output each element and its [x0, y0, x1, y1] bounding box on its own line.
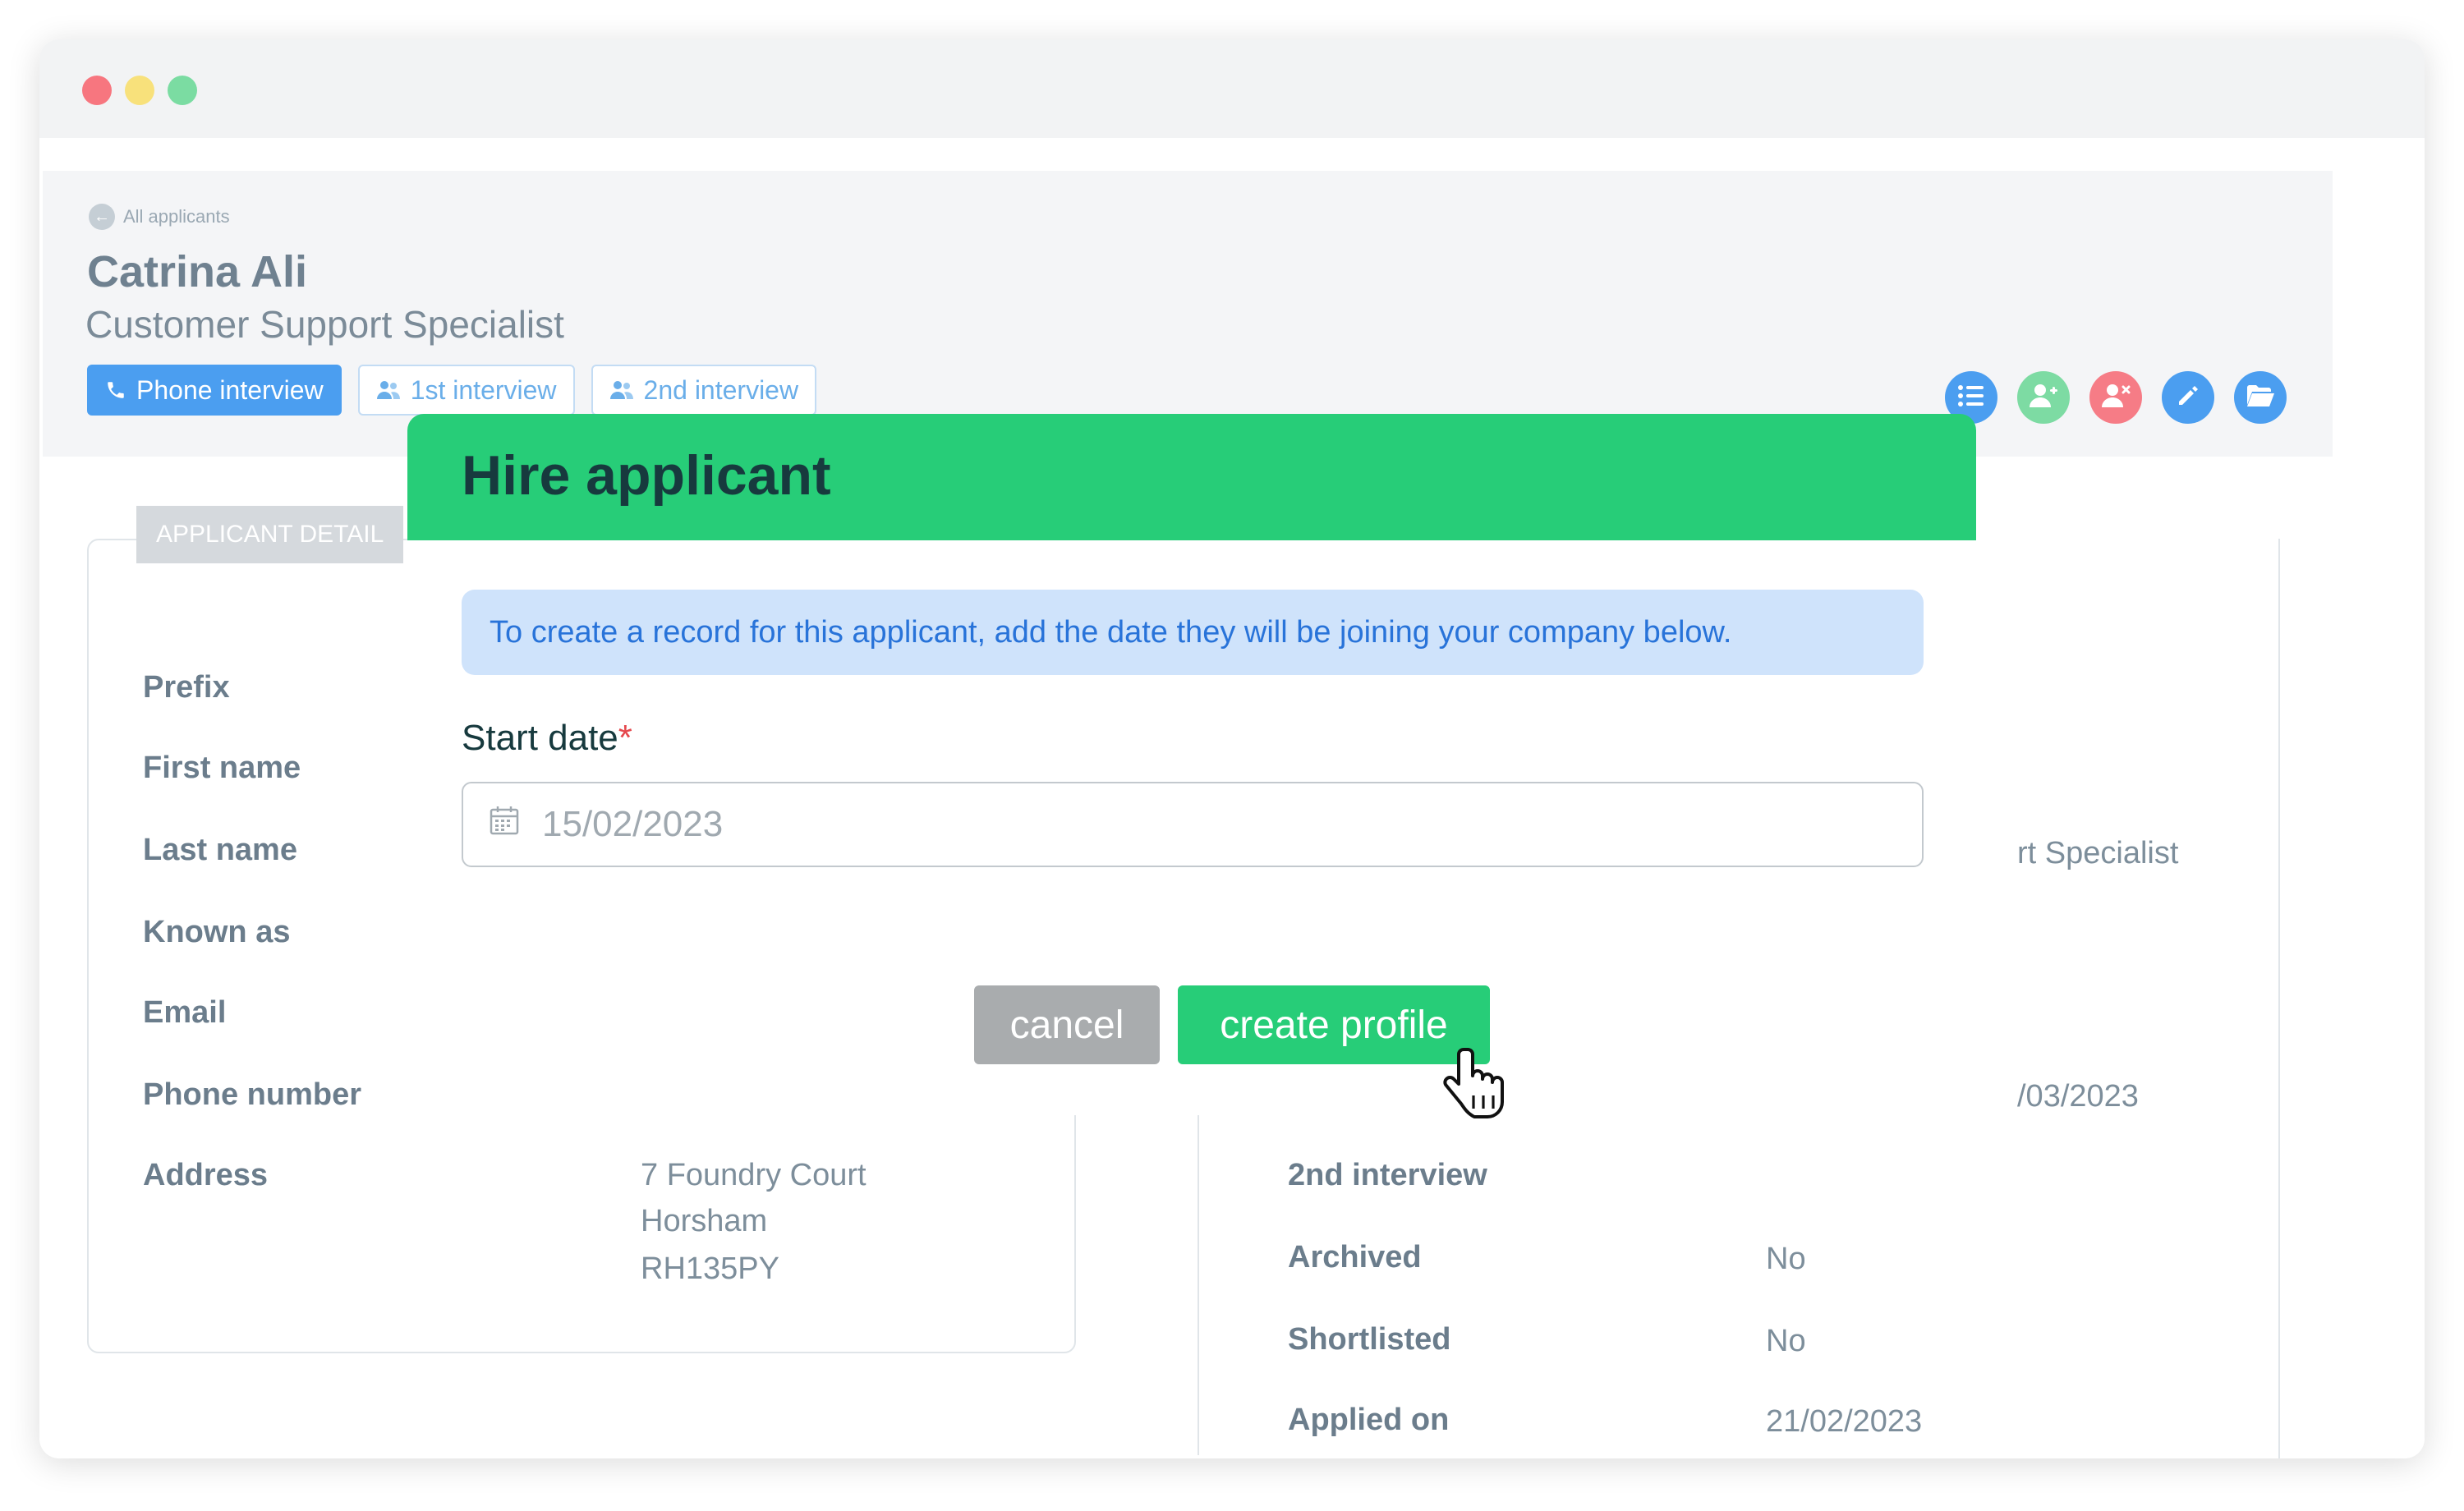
breadcrumb[interactable]: ← All applicants: [89, 204, 230, 230]
address-line: RH135PY: [641, 1252, 779, 1286]
window-titlebar: [39, 39, 2425, 138]
header-actions: [1945, 371, 2287, 424]
hand-pointer-cursor-icon: [1442, 1046, 1508, 1129]
start-date-value: 15/02/2023: [542, 804, 724, 844]
hire-modal-body: To create a record for this applicant, a…: [407, 540, 1976, 1115]
folder-button[interactable]: [2234, 371, 2287, 424]
date-value: /03/2023: [2017, 1079, 2139, 1114]
card-border: [2278, 539, 2280, 1458]
first-name-label: First name: [143, 751, 301, 785]
reject-applicant-button[interactable]: [2089, 371, 2142, 424]
applied-on-value: 21/02/2023: [1766, 1404, 1923, 1439]
details-legend: APPLICANT DETAIL: [136, 506, 404, 563]
users-icon: [609, 379, 634, 401]
interview-tabs: Phone interview 1st interview 2nd interv…: [87, 365, 817, 416]
list-icon: [1957, 383, 1985, 412]
maximize-window-button[interactable]: [168, 76, 197, 105]
cancel-button[interactable]: cancel: [974, 985, 1160, 1064]
known-as-label: Known as: [143, 915, 291, 949]
column-divider: [1198, 1105, 1199, 1455]
back-arrow-icon: ←: [89, 204, 115, 230]
modal-title: Hire applicant: [462, 444, 831, 507]
start-date-label-text: Start date: [462, 718, 618, 758]
start-date-input[interactable]: 15/02/2023: [462, 782, 1924, 867]
second-interview-label: 2nd interview: [1288, 1158, 1487, 1192]
tab-2nd-interview[interactable]: 2nd interview: [591, 365, 817, 416]
last-name-label: Last name: [143, 833, 297, 867]
hire-modal-header: Hire applicant: [407, 414, 1976, 540]
address-label: Address: [143, 1158, 269, 1192]
archived-value: No: [1766, 1242, 1806, 1276]
shortlisted-value: No: [1766, 1324, 1806, 1358]
breadcrumb-label: All applicants: [123, 206, 230, 227]
add-user-icon: [2029, 383, 2058, 413]
edit-icon: [2176, 383, 2200, 412]
hire-applicant-button[interactable]: [2017, 371, 2070, 424]
shortlisted-label: Shortlisted: [1288, 1322, 1451, 1357]
applicant-role: Customer Support Specialist: [85, 303, 564, 346]
remove-user-icon: [2101, 383, 2131, 413]
applicant-name: Catrina Ali: [87, 247, 308, 296]
required-marker: *: [618, 718, 632, 758]
phone-icon: [105, 379, 126, 401]
email-label: Email: [143, 995, 227, 1030]
tab-1st-interview[interactable]: 1st interview: [357, 365, 575, 416]
prefix-label: Prefix: [143, 670, 230, 705]
archived-label: Archived: [1288, 1240, 1422, 1274]
address-line: Horsham: [641, 1204, 768, 1238]
tab-label: 1st interview: [410, 374, 557, 405]
address-line: 7 Foundry Court: [641, 1158, 867, 1192]
info-notice: To create a record for this applicant, a…: [462, 590, 1924, 675]
tab-phone-interview[interactable]: Phone interview: [87, 365, 342, 416]
folder-icon: [2246, 383, 2275, 412]
phone-number-label: Phone number: [143, 1077, 362, 1112]
tab-label: 2nd interview: [643, 374, 799, 405]
position-value: rt Specialist: [2017, 836, 2179, 870]
tab-label: Phone interview: [136, 374, 324, 405]
applied-on-label: Applied on: [1288, 1403, 1450, 1437]
calendar-icon: [488, 804, 521, 846]
users-icon: [376, 379, 401, 401]
close-window-button[interactable]: [82, 76, 112, 105]
start-date-label: Start date*: [462, 718, 632, 759]
edit-button[interactable]: [2162, 371, 2214, 424]
minimize-window-button[interactable]: [125, 76, 154, 105]
